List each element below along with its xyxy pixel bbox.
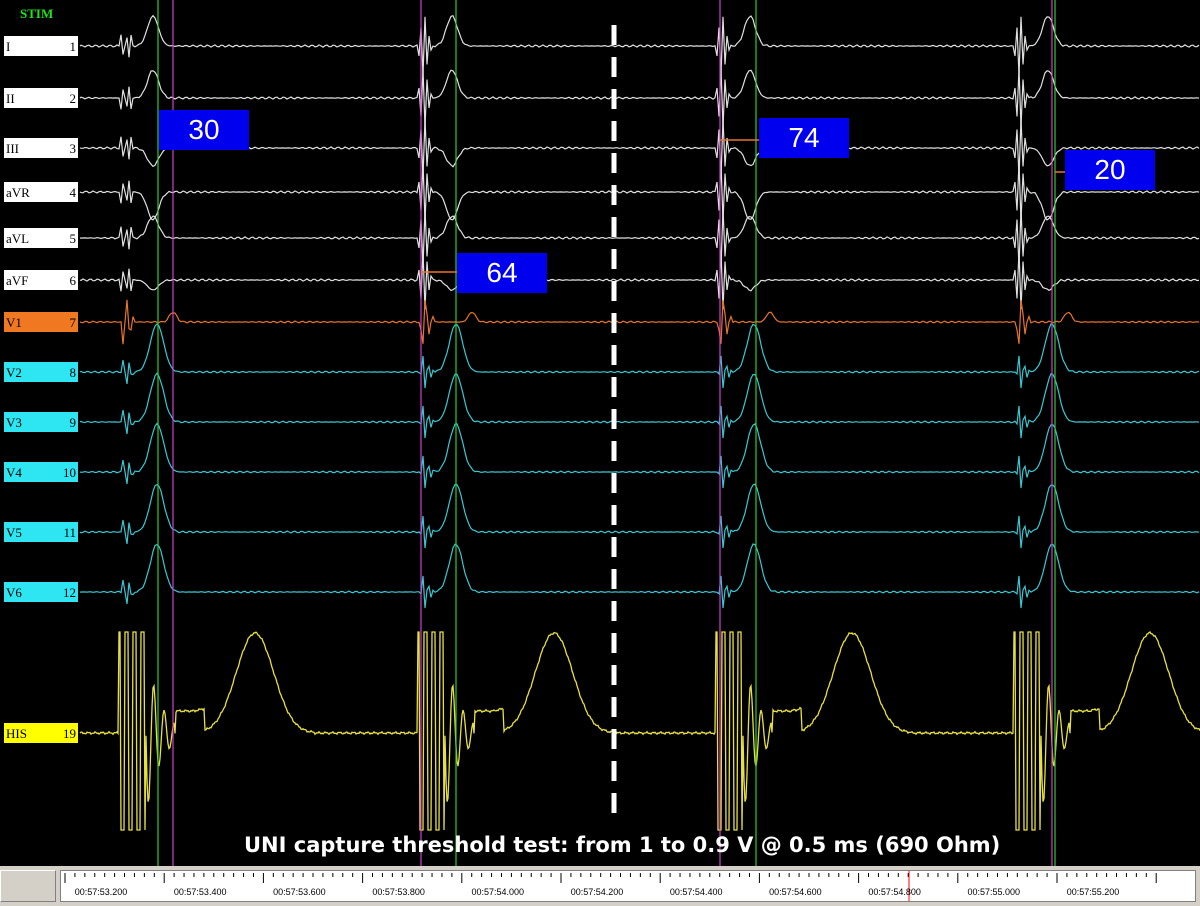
interval-box-3[interactable]: 74 <box>759 118 849 158</box>
channel-label-i[interactable]: I1 <box>4 36 78 56</box>
stim-label: STIM <box>20 6 54 21</box>
channel-name: V5 <box>6 525 22 540</box>
channel-number: 3 <box>69 141 77 156</box>
trace-avr <box>79 162 1200 222</box>
channel-label-v4[interactable]: V4 10 <box>4 462 78 482</box>
time-label: 00:57:54.200 <box>570 887 624 897</box>
channel-name: aVL <box>6 231 30 246</box>
trace-v2 <box>79 323 1200 389</box>
channel-label-his[interactable]: HIS 19 <box>4 723 78 743</box>
trace-v5 <box>79 483 1200 549</box>
channel-label-avl[interactable]: aVL 5 <box>4 228 78 248</box>
channel-label-v2[interactable]: V2 8 <box>4 362 78 382</box>
channel-number: 9 <box>69 415 77 430</box>
time-label: 00:57:55.000 <box>967 887 1021 897</box>
trace-his <box>79 631 1200 831</box>
trace-avl <box>79 208 1200 268</box>
time-label: 00:57:54.800 <box>868 887 921 897</box>
time-ruler[interactable]: 00:57:53.200 00:57:53.400 00:57:53.600 00:5… <box>60 870 1196 902</box>
time-scrollbar[interactable]: 00:57:53.200 00:57:53.400 00:57:53.600 00:5… <box>0 866 1200 906</box>
trace-v1 <box>79 299 1200 345</box>
time-label: 00:57:53.600 <box>273 887 326 897</box>
channel-number: 19 <box>63 726 76 741</box>
channel-label-v3[interactable]: V3 9 <box>4 412 78 432</box>
channel-name: V1 <box>6 315 22 330</box>
channel-name: V2 <box>6 365 22 380</box>
interval-box-4[interactable]: 20 <box>1065 150 1155 190</box>
channel-number: 10 <box>63 465 76 480</box>
trace-v4 <box>79 422 1200 489</box>
channel-label-avf[interactable]: aVF 6 <box>4 270 78 290</box>
trace-avf <box>79 250 1200 310</box>
channel-name: V6 <box>6 585 22 600</box>
channel-name: aVF <box>6 273 29 288</box>
interval-box-2[interactable]: 64 <box>457 253 547 293</box>
test-caption: UNI capture threshold test: from 1 to 0.… <box>244 833 1001 857</box>
interval-box-1[interactable]: 30 <box>159 110 249 150</box>
channel-number: 7 <box>69 315 77 330</box>
time-label: 00:57:55.200 <box>1066 887 1120 897</box>
channel-label-avr[interactable]: aVR 4 <box>4 182 78 202</box>
channel-name: V4 <box>6 465 22 480</box>
channel-label-v6[interactable]: V6 12 <box>4 582 78 602</box>
channel-name: aVR <box>6 185 30 200</box>
channel-number: 8 <box>69 365 77 380</box>
time-label: 00:57:54.600 <box>769 887 822 897</box>
trace-v6 <box>79 543 1200 609</box>
time-label: 00:57:54.000 <box>471 887 525 897</box>
channel-number: 11 <box>63 525 76 540</box>
time-label: 00:57:53.400 <box>173 887 227 897</box>
channel-name: II <box>6 91 15 106</box>
channel-number: 1 <box>69 39 77 54</box>
channel-number: 5 <box>69 231 77 246</box>
time-label: 00:57:53.200 <box>74 887 128 897</box>
channel-label-v1[interactable]: V1 7 <box>4 312 78 332</box>
channel-name: I <box>6 39 11 54</box>
time-label: 00:57:54.400 <box>669 887 723 897</box>
channel-name: III <box>6 141 19 156</box>
time-label: 00:57:53.800 <box>372 887 425 897</box>
channel-number: 12 <box>63 585 76 600</box>
channel-name: HIS <box>6 726 27 741</box>
trace-i <box>79 14 1200 76</box>
channel-label-ii[interactable]: II 2 <box>4 88 78 108</box>
channel-label-v5[interactable]: V5 11 <box>4 522 78 542</box>
channel-number: 2 <box>69 91 77 106</box>
channel-number: 6 <box>69 273 77 288</box>
trace-v3 <box>79 372 1200 439</box>
channel-name: V3 <box>6 415 22 430</box>
scroll-handle[interactable] <box>0 870 56 902</box>
channel-number: 4 <box>69 185 77 200</box>
channel-label-iii[interactable]: III 3 <box>4 138 78 158</box>
